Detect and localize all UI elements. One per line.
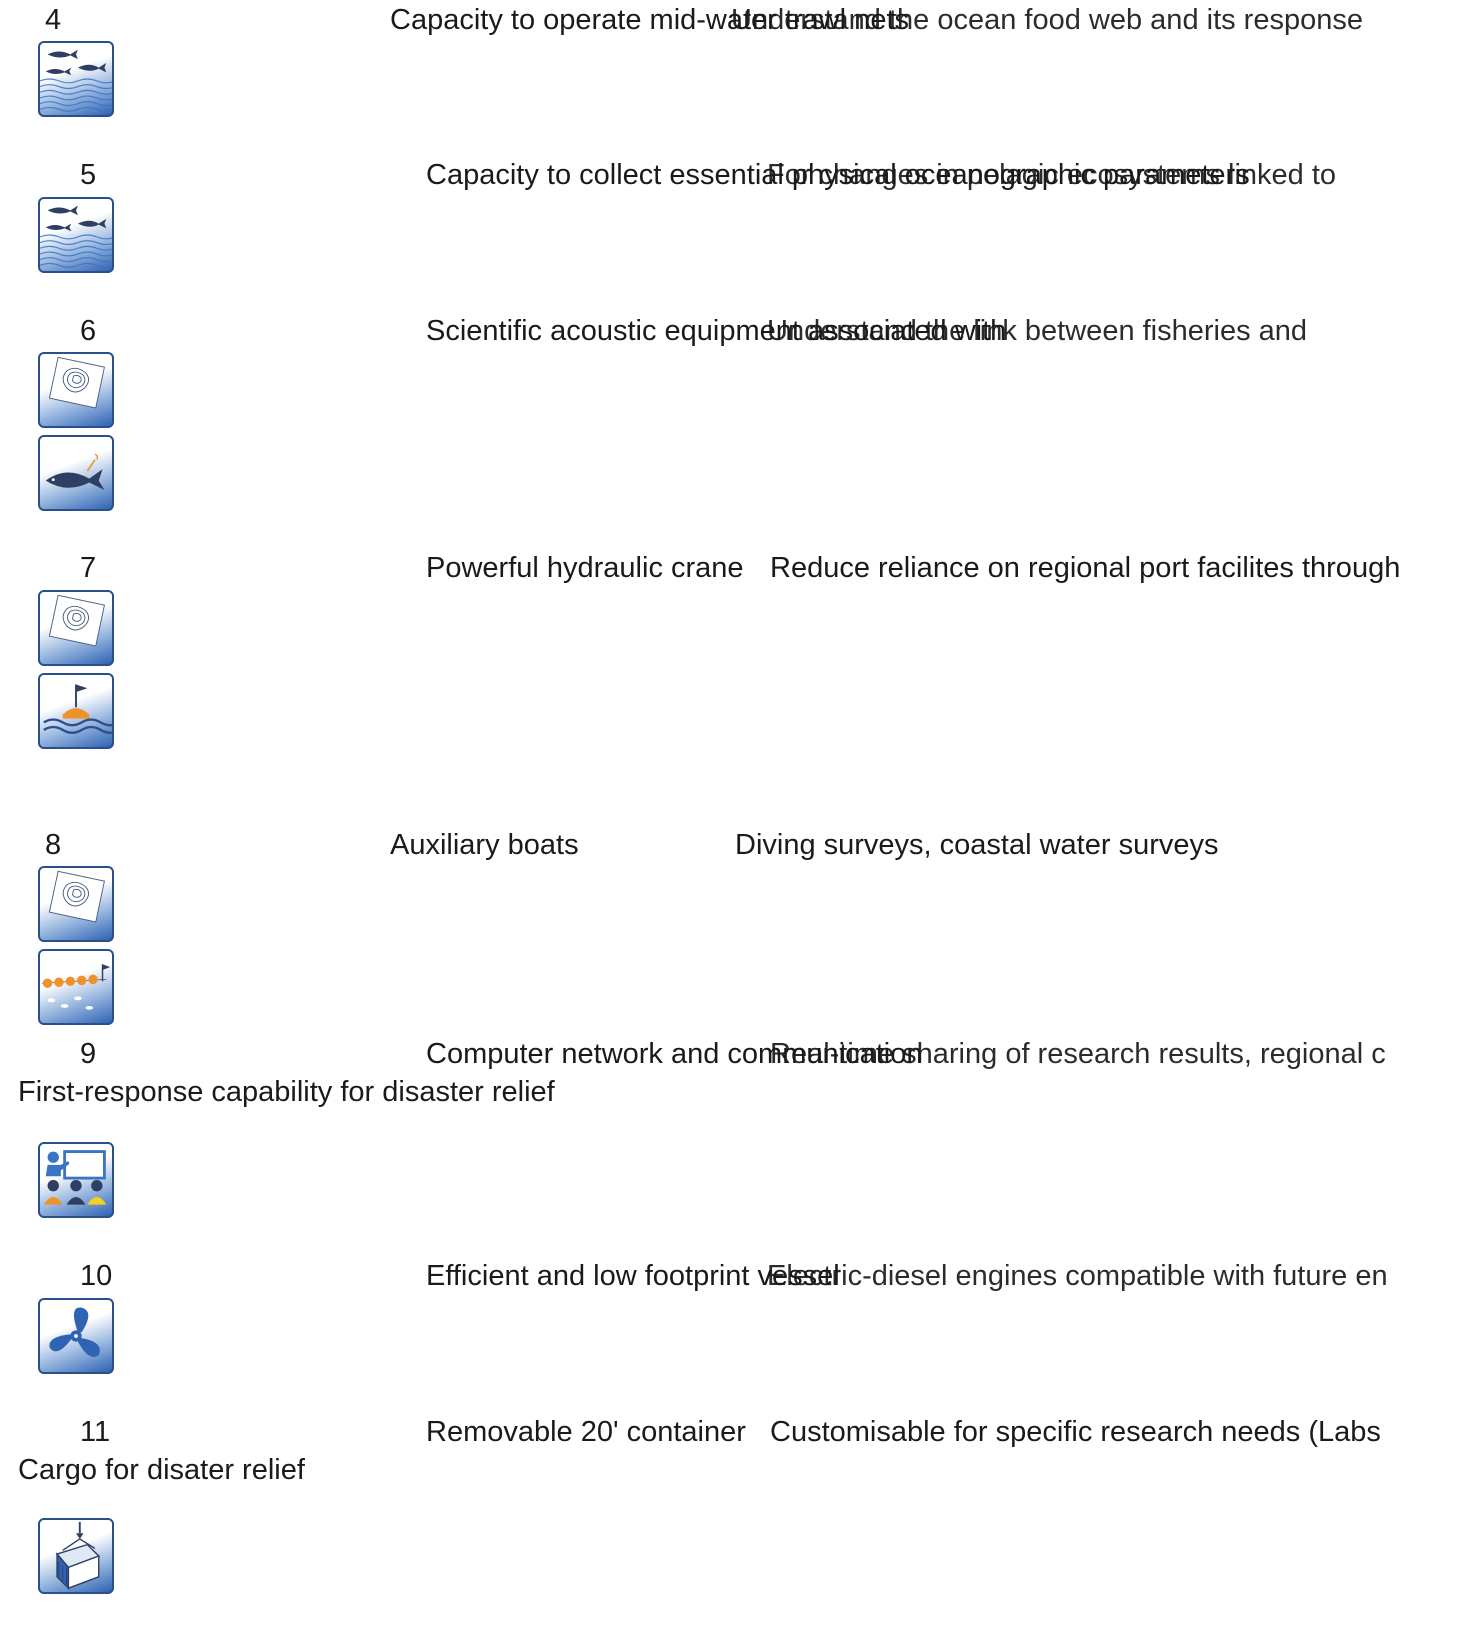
map-contour-icon — [38, 590, 114, 666]
row-number: 7 — [80, 552, 97, 584]
container-crane-icon — [38, 1518, 114, 1594]
propeller-icon — [38, 1298, 114, 1374]
row-number: 9 — [80, 1038, 97, 1070]
capability-text: Auxiliary boats — [390, 829, 579, 861]
fish-school-icon — [38, 197, 114, 273]
use-text: Electric-diesel engines compatible with … — [767, 1260, 1388, 1292]
classroom-icon — [38, 1142, 114, 1218]
capability-text: Removable 20' container — [426, 1416, 746, 1448]
row-number: 10 — [80, 1260, 113, 1292]
row-number: 6 — [80, 315, 97, 347]
use-text: Customisable for specific research needs… — [770, 1416, 1381, 1448]
row-number: 11 — [80, 1416, 111, 1448]
buoy-icon — [38, 673, 114, 749]
use-text: For changes in pelagic ecosystems linked… — [767, 159, 1337, 191]
use-text: Understand the ocean food web and its re… — [731, 4, 1363, 36]
use-text: Diving surveys, coastal water surveys — [735, 829, 1219, 861]
capability-text: Powerful hydraulic crane — [426, 552, 744, 584]
tuna-tag-icon — [38, 435, 114, 511]
fish-school-icon — [38, 41, 114, 117]
use-text: Understand the link between fisheries an… — [767, 315, 1308, 347]
extra-text: Cargo for disater relief — [18, 1454, 305, 1486]
row-number: 5 — [80, 159, 97, 191]
use-text: Reduce reliance on regional port facilit… — [770, 552, 1401, 584]
row-number: 8 — [45, 829, 62, 861]
row-number: 4 — [45, 4, 62, 36]
map-contour-icon — [38, 352, 114, 428]
extra-text: First-response capability for disaster r… — [18, 1076, 555, 1108]
longline-icon — [38, 949, 114, 1025]
use-text: Real-time sharing of research results, r… — [770, 1038, 1386, 1070]
map-contour-icon — [38, 866, 114, 942]
